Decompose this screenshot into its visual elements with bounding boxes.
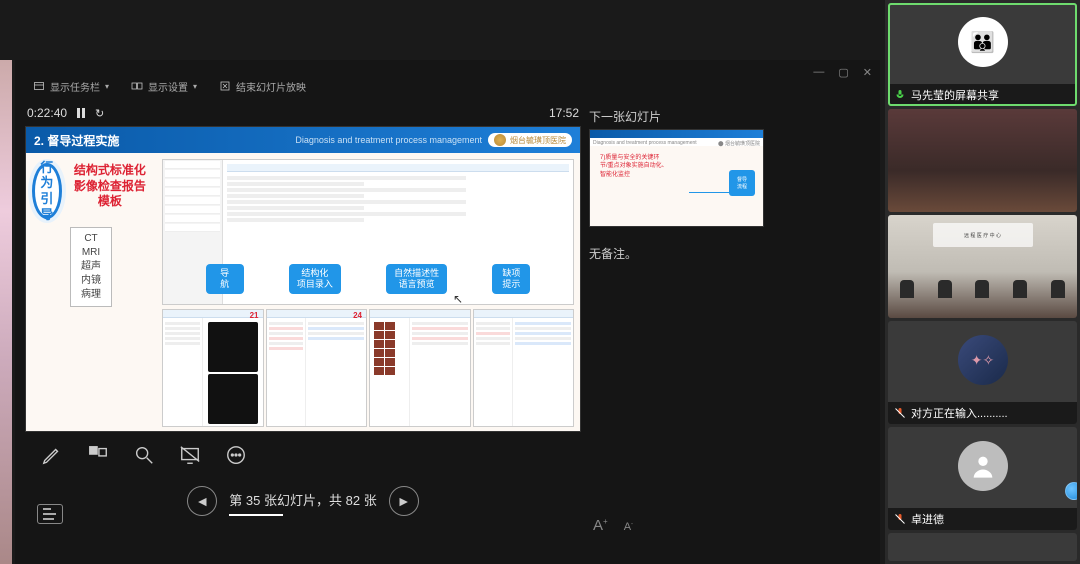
participants-panel: 👪 马先莹的屏幕共享 喀什地区第一人民医院 远 程 医 疗 中 心 远程赵磊 ✦… [885, 0, 1080, 564]
zoom-icon[interactable] [131, 442, 157, 468]
close-icon[interactable]: ✕ [863, 66, 872, 79]
hospital-logo-icon [494, 134, 506, 146]
mic-off-icon [894, 407, 906, 419]
next-line: 智能化监控 [600, 172, 630, 178]
slide-nav: ◄ 第 35 张幻灯片，共 82 张 ► [25, 478, 581, 530]
mock-thumb [369, 309, 471, 427]
slides-view-icon[interactable] [85, 442, 111, 468]
participant-tile[interactable]: 卓进德 [888, 427, 1077, 530]
notes-font-controls: A+ A- [589, 507, 870, 564]
slide-counter[interactable]: 第 35 张幻灯片，共 82 张 [229, 490, 376, 512]
pill-missing: 缺项 提示 [492, 264, 530, 294]
pen-icon[interactable] [39, 442, 65, 468]
slide-red-title: 结构式标准化影像检查报告模板 [70, 163, 150, 210]
minimize-icon[interactable]: — [813, 66, 824, 79]
main-area: — ▢ ✕ 显示任务栏 ▾ 显示设置 ▾ 结束幻灯片放映 [0, 0, 885, 564]
annotation-toolbar [25, 432, 581, 478]
presenter-window: — ▢ ✕ 显示任务栏 ▾ 显示设置 ▾ 结束幻灯片放映 [15, 60, 880, 564]
end-slideshow-button[interactable]: 结束幻灯片放映 [219, 79, 306, 94]
right-pane: 下一张幻灯片 Diagnosis and treatment process m… [589, 100, 870, 564]
slide-header-num: 2. [34, 134, 44, 148]
presenter-toolbar: 显示任务栏 ▾ 显示设置 ▾ 结束幻灯片放映 [15, 72, 880, 100]
outline-toggle-icon[interactable] [37, 504, 63, 524]
mic-on-icon [894, 89, 906, 101]
cursor-icon: ↖ [453, 292, 463, 306]
current-slide[interactable]: 2. 督导过程实施 Diagnosis and treatment proces… [25, 126, 581, 432]
pill-nav: 导 航 [206, 264, 244, 294]
display-settings-button[interactable]: 显示设置 ▾ [131, 79, 197, 94]
participant-name: 马先莹的屏幕共享 [911, 87, 999, 103]
pill-preview: 自然描述性 语言预览 [386, 264, 447, 294]
participant-tile[interactable]: 👪 马先莹的屏幕共享 [888, 3, 1077, 106]
pill-structured: 结构化 项目录入 [289, 264, 341, 294]
font-decrease-button[interactable]: A- [624, 521, 633, 533]
next-slide-thumb[interactable]: Diagnosis and treatment process manageme… [589, 129, 764, 227]
modality-list: CT MRI 超声 内镜 病理 [70, 227, 112, 307]
pause-icon[interactable] [77, 108, 85, 118]
modality-item: CT [81, 232, 101, 246]
modality-item: MRI [81, 246, 101, 260]
left-edge-strip [0, 60, 12, 564]
participant-tile[interactable]: ✦✧ 对方正在输入.......... [888, 321, 1077, 424]
end-slideshow-label: 结束幻灯片放映 [236, 79, 306, 94]
avatar: ✦✧ [958, 335, 1008, 385]
time-row: 0:22:40 ↻ 17:52 [25, 100, 581, 126]
next-slide-label: 下一张幻灯片 [589, 104, 870, 129]
font-increase-button[interactable]: A+ [593, 517, 608, 534]
avatar [958, 441, 1008, 491]
slide-body: 行为 引导 结构式标准化影像检查报告模板 CT MRI 超声 内镜 病理 [26, 153, 580, 432]
chevron-down-icon: ▾ [193, 82, 197, 91]
next-line: 节/重点对象实施自动化、 [600, 163, 668, 169]
mock-thumb: 21 [162, 309, 264, 427]
scroll-indicator-icon[interactable] [1065, 482, 1077, 500]
participant-name: 对方正在输入.......... [911, 405, 1008, 421]
prev-slide-button[interactable]: ◄ [187, 486, 217, 516]
black-screen-icon[interactable] [177, 442, 203, 468]
modality-item: 病理 [81, 288, 101, 302]
video-feed: 远 程 医 疗 中 心 [888, 215, 1077, 318]
participant-tile[interactable]: 喀什地区第一人民医院 [888, 109, 1077, 212]
mock-thumbs-row: 21 24 [162, 309, 574, 427]
mic-off-icon [894, 513, 906, 525]
slide-header-sub: Diagnosis and treatment process manageme… [295, 135, 482, 145]
clock-time: 17:52 [549, 106, 579, 120]
next-line: 7)质量与安全的关键环 [600, 155, 659, 161]
content-row: 0:22:40 ↻ 17:52 2. 督导过程实施 Diagnosis and … [15, 100, 880, 564]
mock-thumb: 24 [266, 309, 368, 427]
notes-empty-text: 无备注。 [589, 247, 637, 261]
slide-header: 2. 督导过程实施 Diagnosis and treatment proces… [26, 127, 580, 153]
modality-item: 超声 [81, 260, 101, 274]
chevron-down-icon: ▾ [105, 82, 109, 91]
mock-thumb [473, 309, 575, 427]
video-feed [888, 109, 1077, 212]
mock-app-screenshot: 导 航 结构化 项目录入 自然描述性 语言预览 缺项 提示 ↖ [162, 159, 574, 305]
avatar: 👪 [958, 17, 1008, 67]
participant-tile[interactable]: 远 程 医 疗 中 心 远程赵磊 [888, 215, 1077, 318]
restart-timer-icon[interactable]: ↻ [95, 107, 104, 120]
display-settings-label: 显示设置 [148, 79, 188, 94]
participant-tile-partial[interactable] [888, 533, 1077, 561]
next-blue-box: 督导 流程 [729, 170, 755, 196]
hospital-badge: 烟台毓璜顶医院 [488, 133, 572, 147]
current-slide-pane: 0:22:40 ↻ 17:52 2. 督导过程实施 Diagnosis and … [25, 100, 581, 564]
next-slide-button[interactable]: ► [389, 486, 419, 516]
behavior-guide-circle: 行为 引导 [32, 163, 62, 219]
show-taskbar-label: 显示任务栏 [50, 79, 100, 94]
notes-section: 无备注。 [589, 245, 870, 507]
slide-header-title: 督导过程实施 [47, 134, 119, 148]
elapsed-time: 0:22:40 [27, 106, 67, 120]
window-controls: — ▢ ✕ [813, 66, 872, 79]
more-options-icon[interactable] [223, 442, 249, 468]
modality-item: 内镜 [81, 274, 101, 288]
show-taskbar-button[interactable]: 显示任务栏 ▾ [33, 79, 109, 94]
hospital-name: 烟台毓璜顶医院 [510, 135, 566, 146]
maximize-icon[interactable]: ▢ [838, 66, 848, 79]
participant-name: 卓进德 [911, 511, 944, 527]
top-gap [0, 0, 885, 60]
